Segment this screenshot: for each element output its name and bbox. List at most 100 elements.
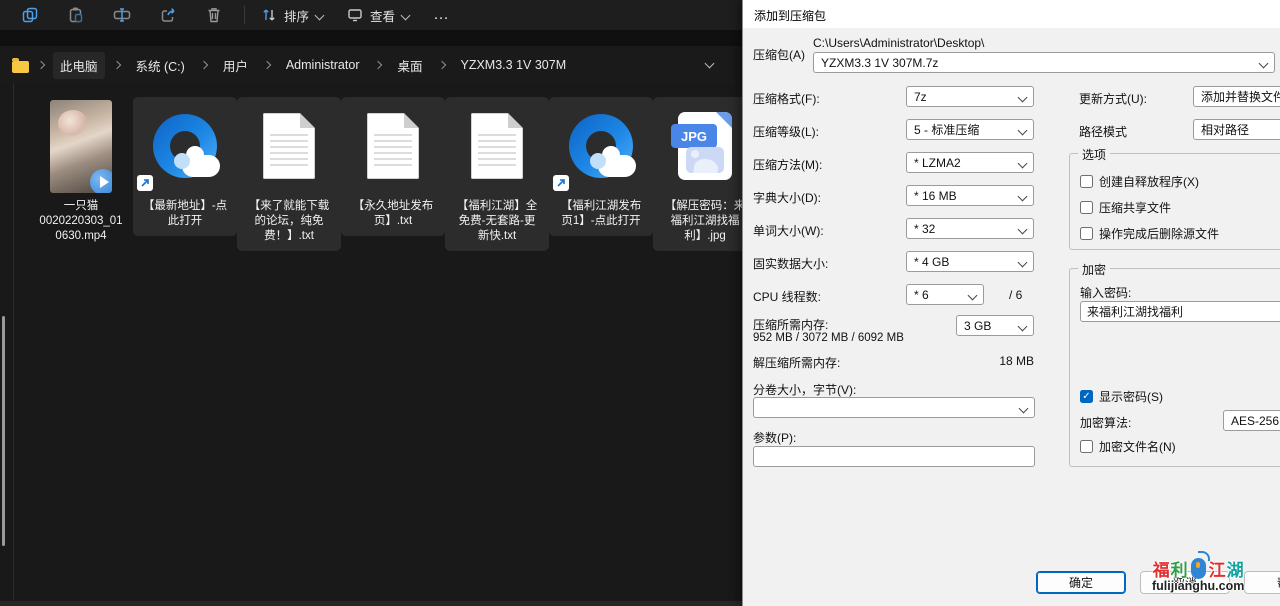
cloud-icon bbox=[598, 155, 636, 177]
memory-usage-detail: 952 MB / 3072 MB / 6092 MB bbox=[753, 332, 904, 344]
more-options-button[interactable]: … bbox=[433, 6, 450, 24]
solid-block-select[interactable]: * 4 GB bbox=[906, 251, 1034, 272]
delete-after-checkbox[interactable]: 操作完成后删除源文件 bbox=[1080, 225, 1219, 242]
text-file-icon bbox=[263, 113, 315, 179]
add-to-archive-dialog: 添加到压缩包 压缩包(A) C:\Users\Administrator\Des… bbox=[742, 0, 1280, 606]
chevron-right-icon bbox=[200, 61, 208, 69]
cpu-threads-select[interactable]: * 6 bbox=[906, 284, 984, 305]
breadcrumb-this-pc[interactable]: 此电脑 bbox=[53, 52, 105, 79]
format-label: 压缩格式(F): bbox=[753, 90, 820, 107]
split-volume-combo[interactable] bbox=[753, 397, 1035, 418]
file-name: 【来了就能下载 的论坛，纯免 费！】.txt bbox=[237, 199, 341, 244]
delete-icon[interactable] bbox=[204, 5, 224, 25]
level-select[interactable]: 5 - 标准压缩 bbox=[906, 119, 1034, 140]
ok-button[interactable]: 确定 bbox=[1036, 571, 1126, 594]
navigation-scrollbar[interactable] bbox=[2, 316, 5, 546]
file-item-txt[interactable]: 【福利江湖】全 免费-无套路-更 新快.txt bbox=[445, 97, 549, 251]
toolbar-divider bbox=[244, 6, 245, 24]
update-mode-select[interactable]: 添加并替换文件 bbox=[1193, 86, 1280, 107]
chevron-down-icon bbox=[401, 10, 411, 20]
show-password-checkbox[interactable]: ✓ 显示密码(S) bbox=[1080, 388, 1163, 405]
pane-separator bbox=[13, 84, 14, 600]
jpg-file-icon: JPG bbox=[678, 112, 732, 180]
checkbox-unchecked-icon bbox=[1080, 175, 1093, 188]
browser-icon bbox=[569, 114, 633, 178]
view-label: 查看 bbox=[370, 6, 395, 25]
chevron-right-icon bbox=[37, 61, 45, 69]
create-sfx-checkbox[interactable]: 创建自释放程序(X) bbox=[1080, 173, 1199, 190]
help-button[interactable]: 帮助 bbox=[1244, 571, 1280, 594]
compress-shared-checkbox[interactable]: 压缩共享文件 bbox=[1080, 199, 1171, 216]
memory-usage-label: 压缩所需内存: bbox=[753, 316, 828, 333]
file-name: 【福利江湖发布 页1】-点此打开 bbox=[549, 199, 653, 229]
path-mode-select[interactable]: 相对路径 bbox=[1193, 119, 1280, 140]
file-name: 【永久地址发布 页】.txt bbox=[341, 199, 445, 229]
encrypt-filenames-checkbox[interactable]: 加密文件名(N) bbox=[1080, 438, 1176, 455]
word-size-select[interactable]: * 32 bbox=[906, 218, 1034, 239]
file-name: 【福利江湖】全 免费-无套路-更 新快.txt bbox=[445, 199, 549, 244]
cpu-threads-total: / 6 bbox=[1009, 288, 1022, 302]
monitor-icon bbox=[347, 7, 363, 23]
text-file-icon bbox=[367, 113, 419, 179]
word-size-label: 单词大小(W): bbox=[753, 222, 824, 239]
archive-path: C:\Users\Administrator\Desktop\ bbox=[813, 36, 984, 50]
sort-arrows-icon bbox=[261, 7, 277, 23]
breadcrumb-drive-c[interactable]: 系统 (C:) bbox=[129, 52, 192, 79]
file-item-txt[interactable]: 【来了就能下载 的论坛，纯免 费！】.txt bbox=[237, 97, 341, 251]
view-button[interactable]: 查看 bbox=[347, 6, 409, 25]
checkbox-unchecked-icon bbox=[1080, 201, 1093, 214]
paste-icon[interactable] bbox=[66, 5, 86, 25]
password-label: 输入密码: bbox=[1080, 284, 1131, 301]
sort-button[interactable]: 排序 bbox=[261, 6, 323, 25]
chevron-right-icon bbox=[374, 61, 382, 69]
image-glyph-icon bbox=[686, 147, 724, 173]
file-name: 一只猫 0020220303_01 0630.mp4 bbox=[29, 199, 133, 244]
memory-usage-select[interactable]: 3 GB bbox=[956, 315, 1034, 336]
chevron-right-icon bbox=[263, 61, 271, 69]
cpu-threads-label: CPU 线程数: bbox=[753, 288, 821, 305]
breadcrumb-administrator[interactable]: Administrator bbox=[279, 54, 367, 76]
shortcut-arrow-icon bbox=[137, 175, 153, 191]
chevron-right-icon bbox=[437, 61, 445, 69]
cloud-icon bbox=[182, 155, 220, 177]
file-item-shortcut[interactable]: 【福利江湖发布 页1】-点此打开 bbox=[549, 97, 653, 236]
file-item-video[interactable]: 一只猫 0020220303_01 0630.mp4 bbox=[29, 97, 133, 251]
breadcrumb-desktop[interactable]: 桌面 bbox=[390, 52, 429, 79]
rename-icon[interactable] bbox=[112, 5, 132, 25]
checkbox-unchecked-icon bbox=[1080, 227, 1093, 240]
breadcrumb-users[interactable]: 用户 bbox=[216, 52, 255, 79]
file-item-txt[interactable]: 【永久地址发布 页】.txt bbox=[341, 97, 445, 236]
parameters-input[interactable] bbox=[753, 446, 1035, 467]
browser-icon bbox=[153, 114, 217, 178]
file-item-shortcut[interactable]: 【最新地址】-点 此打开 bbox=[133, 97, 237, 236]
watermark-domain: fulijianghu.com bbox=[1152, 579, 1244, 593]
video-thumbnail bbox=[50, 100, 112, 193]
share-icon[interactable] bbox=[158, 5, 178, 25]
play-icon bbox=[90, 169, 112, 193]
archive-name-combo[interactable]: YZXM3.3 1V 307M.7z bbox=[813, 52, 1275, 73]
breadcrumb-current-folder[interactable]: YZXM3.3 1V 307M bbox=[454, 54, 574, 76]
decompress-memory-value: 18 MB bbox=[974, 354, 1034, 368]
sort-label: 排序 bbox=[284, 6, 309, 25]
encryption-method-select[interactable]: AES-256 bbox=[1223, 410, 1280, 431]
archive-label: 压缩包(A) bbox=[753, 46, 805, 63]
options-group-title: 选项 bbox=[1078, 146, 1110, 163]
format-select[interactable]: 7z bbox=[906, 86, 1034, 107]
path-mode-label: 路径模式 bbox=[1079, 123, 1127, 140]
parameters-label: 参数(P): bbox=[753, 429, 796, 446]
password-input[interactable]: 来福利江湖找福利 bbox=[1080, 301, 1280, 322]
shortcut-arrow-icon bbox=[553, 175, 569, 191]
dialog-titlebar[interactable]: 添加到压缩包 bbox=[743, 0, 1280, 28]
checkbox-unchecked-icon bbox=[1080, 440, 1093, 453]
update-mode-label: 更新方式(U): bbox=[1079, 90, 1147, 107]
copy-icon[interactable] bbox=[20, 5, 40, 25]
method-label: 压缩方法(M): bbox=[753, 156, 822, 173]
dictionary-select[interactable]: * 16 MB bbox=[906, 185, 1034, 206]
site-watermark: 福 利 江 湖 fulijianghu.com bbox=[1152, 556, 1244, 593]
method-select[interactable]: * LZMA2 bbox=[906, 152, 1034, 173]
file-name: 【最新地址】-点 此打开 bbox=[133, 199, 237, 229]
chevron-right-icon bbox=[112, 61, 120, 69]
encryption-method-label: 加密算法: bbox=[1080, 414, 1131, 431]
checkbox-checked-icon: ✓ bbox=[1080, 390, 1093, 403]
level-label: 压缩等级(L): bbox=[753, 123, 819, 140]
